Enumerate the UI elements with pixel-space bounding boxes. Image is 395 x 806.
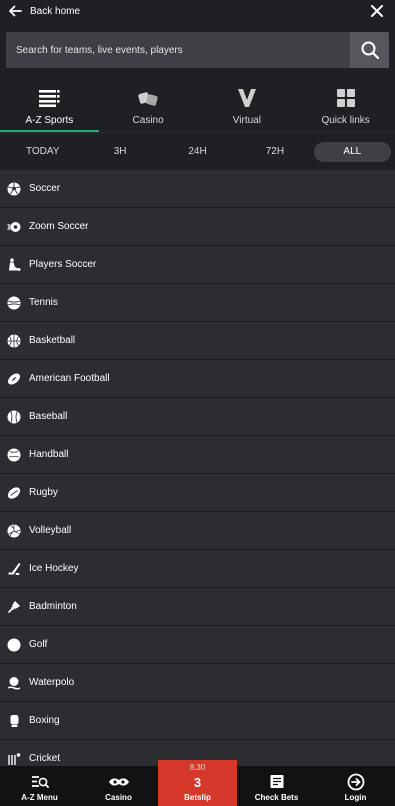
sport-label: Soccer — [29, 183, 61, 194]
tab-virtual[interactable]: Virtual — [198, 84, 297, 132]
betslip-label: Betslip — [184, 793, 211, 802]
list-icon — [39, 90, 60, 107]
nav-a-z-menu[interactable]: A-Z Menu — [0, 766, 79, 806]
tab-quick-links[interactable]: Quick links — [296, 84, 395, 132]
search-section — [0, 22, 395, 84]
menu-search-icon — [31, 776, 49, 788]
waterpolo-icon — [7, 676, 21, 690]
sport-label: Volleyball — [29, 525, 72, 536]
handball-icon — [7, 448, 21, 461]
list-item-waterpolo[interactable]: Waterpolo — [0, 664, 395, 702]
sport-label: Players Soccer — [29, 259, 97, 270]
search-bar — [6, 32, 389, 68]
sports-list: Soccer Zoom Soccer Players Soccer Tennis… — [0, 170, 395, 778]
betslip-count: 3 — [193, 775, 202, 790]
basketball-icon — [7, 334, 21, 347]
list-item-volleyball[interactable]: Volleyball — [0, 512, 395, 550]
nav-check-bets[interactable]: Check Bets — [237, 766, 316, 806]
list-item-tennis[interactable]: Tennis — [0, 284, 395, 322]
filter-3h[interactable]: 3H — [81, 142, 158, 162]
close-icon — [371, 5, 383, 17]
filter-today[interactable]: TODAY — [4, 142, 81, 162]
back-home-link[interactable]: Back home — [0, 0, 80, 22]
filter-24h[interactable]: 24H — [159, 142, 236, 162]
sport-label: Badminton — [29, 601, 77, 612]
sport-label: Waterpolo — [29, 677, 75, 688]
golf-ball-icon — [7, 638, 21, 651]
nav-label: Login — [344, 793, 367, 802]
list-item-ice-hockey[interactable]: Ice Hockey — [0, 550, 395, 588]
nav-login[interactable]: Login — [316, 766, 395, 806]
bottom-nav: A-Z Menu Casino 8.30 3 Betslip Check Bet… — [0, 760, 395, 806]
tab-a-z-sports[interactable]: A-Z Sports — [0, 84, 99, 132]
list-item-soccer[interactable]: Soccer — [0, 170, 395, 208]
volleyball-icon — [7, 524, 21, 537]
baseball-icon — [7, 410, 21, 423]
sport-label: Rugby — [29, 487, 58, 498]
soccer-ball-icon — [7, 182, 21, 195]
back-home-label: Back home — [30, 5, 81, 17]
search-input[interactable] — [6, 32, 350, 68]
receipt-icon — [270, 775, 283, 788]
category-tabs: A-Z Sports Casino Virtual Quick links — [0, 84, 395, 132]
dice-icon — [138, 92, 158, 106]
sport-label: Golf — [29, 639, 48, 650]
list-item-boxing[interactable]: Boxing — [0, 702, 395, 740]
arrow-left-icon — [9, 5, 22, 17]
badminton-icon — [8, 600, 20, 613]
virtual-v-icon — [237, 89, 256, 107]
list-item-rugby[interactable]: Rugby — [0, 474, 395, 512]
betslip-odds: 8.30 — [189, 763, 206, 772]
betslip-button[interactable]: 8.30 3 Betslip — [158, 760, 237, 806]
sport-label: Zoom Soccer — [29, 221, 89, 232]
tennis-ball-icon — [7, 296, 21, 309]
filter-all[interactable]: ALL — [313, 141, 392, 162]
sport-label: American Football — [29, 373, 110, 384]
sport-label: Baseball — [29, 411, 68, 422]
casino-chips-icon — [108, 778, 129, 786]
list-item-zoom-soccer[interactable]: Zoom Soccer — [0, 208, 395, 246]
sport-label: Basketball — [29, 335, 76, 346]
search-icon — [361, 41, 379, 60]
tab-casino[interactable]: Casino — [99, 84, 198, 132]
boxing-glove-icon — [10, 714, 19, 727]
sport-label: Cricket — [29, 753, 61, 764]
ice-hockey-icon — [8, 562, 21, 575]
tab-label: Quick links — [321, 115, 370, 126]
tab-label: A-Z Sports — [25, 115, 74, 126]
time-filter-bar: TODAY 3H 24H 72H ALL — [0, 132, 395, 170]
sport-label: Ice Hockey — [29, 563, 79, 574]
nav-label: Casino — [105, 793, 132, 802]
tab-label: Casino — [132, 115, 164, 126]
players-soccer-icon — [9, 257, 21, 271]
rugby-ball-icon — [7, 486, 21, 499]
zoom-soccer-icon — [7, 221, 21, 232]
tab-label: Virtual — [232, 115, 261, 126]
list-item-golf[interactable]: Golf — [0, 626, 395, 664]
list-item-american-football[interactable]: American Football — [0, 360, 395, 398]
top-bar: Back home — [0, 0, 395, 22]
list-item-players-soccer[interactable]: Players Soccer — [0, 246, 395, 284]
close-button[interactable] — [365, 0, 389, 22]
list-item-basketball[interactable]: Basketball — [0, 322, 395, 360]
list-item-handball[interactable]: Handball — [0, 436, 395, 474]
list-item-baseball[interactable]: Baseball — [0, 398, 395, 436]
filter-72h[interactable]: 72H — [236, 142, 313, 162]
search-button[interactable] — [350, 32, 389, 68]
nav-casino[interactable]: Casino — [79, 766, 158, 806]
nav-label: A-Z Menu — [21, 793, 58, 802]
sport-label: Handball — [29, 449, 69, 460]
grid-icon — [336, 89, 355, 107]
sport-label: Tennis — [29, 297, 58, 308]
list-item-badminton[interactable]: Badminton — [0, 588, 395, 626]
login-icon — [347, 773, 364, 791]
sport-label: Boxing — [29, 715, 60, 726]
cricket-icon — [8, 752, 21, 765]
american-football-icon — [7, 372, 21, 385]
nav-label: Check Bets — [254, 793, 299, 802]
